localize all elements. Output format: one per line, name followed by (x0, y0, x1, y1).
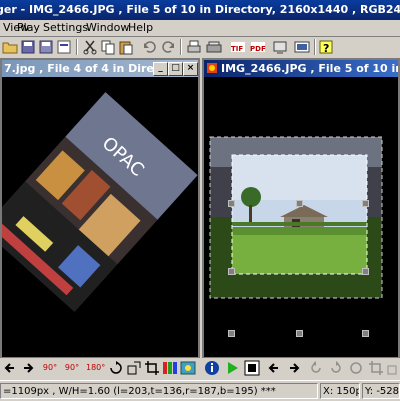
effects-icon[interactable] (180, 360, 196, 376)
crop-handle-n[interactable] (296, 200, 303, 207)
prev-arrow-icon[interactable] (266, 360, 282, 376)
status-x-coord: X: 150px (320, 383, 360, 399)
copy-icon[interactable] (100, 39, 116, 55)
open-folder-icon[interactable] (2, 39, 18, 55)
scanner-icon[interactable] (206, 39, 222, 55)
left-image-window: 7.jpg , File 4 of 4 in Directory, 2... _… (0, 58, 200, 359)
menu-window[interactable]: Window (86, 21, 129, 34)
svg-text:TIF: TIF (231, 45, 243, 53)
crop-handle-sw[interactable] (228, 330, 235, 337)
crop-icon[interactable] (144, 360, 160, 376)
right-pane-titlebar: IMG_2466.JPG , File 5 of 10 in Directory (204, 60, 398, 77)
status-selection-info: =1109px , W/H=1.60 (l=203,t=136,r=187,b=… (0, 383, 318, 399)
crop-handle-nw[interactable] (228, 200, 235, 207)
crop-handle-s[interactable] (296, 330, 303, 337)
rotate-right-disabled-icon[interactable] (328, 360, 344, 376)
menu-play[interactable]: Play (17, 21, 40, 34)
right-image-window: IMG_2466.JPG , File 5 of 10 in Directory (202, 58, 400, 359)
rotate-180-button[interactable]: 180° (86, 360, 105, 376)
status-bar: =1109px , W/H=1.60 (l=203,t=136,r=187,b=… (0, 380, 400, 401)
save-as-icon[interactable] (38, 39, 54, 55)
rotate-180-disabled-icon[interactable] (348, 360, 364, 376)
color-adjust-icon[interactable] (162, 360, 178, 376)
next-arrow-icon[interactable] (286, 360, 302, 376)
tif-icon[interactable]: TIF (230, 39, 246, 55)
screenshot-icon[interactable] (294, 39, 310, 55)
crop-handle-se[interactable] (362, 330, 369, 337)
stop-icon[interactable] (244, 360, 260, 376)
main-toolbar: TIF PDF ? (0, 37, 400, 57)
minimize-button[interactable]: _ (153, 62, 168, 76)
save-icon[interactable] (20, 39, 36, 55)
svg-text:?: ? (323, 42, 329, 55)
crop-handle-w[interactable] (228, 268, 235, 275)
left-pane-titlebar: 7.jpg , File 4 of 4 in Directory, 2... _… (2, 60, 198, 77)
menu-bar: View Play Settings Window Help (0, 20, 400, 37)
maximize-button[interactable]: □ (168, 62, 183, 76)
print-icon[interactable] (186, 39, 202, 55)
pdf-icon[interactable]: PDF (250, 39, 266, 55)
app-icon (206, 62, 218, 74)
undo-icon[interactable] (142, 39, 158, 55)
prev-arrow-icon[interactable] (2, 360, 18, 376)
rotate-left-disabled-icon[interactable] (308, 360, 324, 376)
resize-disabled-icon[interactable] (386, 360, 400, 376)
rotated-night-photo: OPAC (2, 92, 198, 312)
right-pane-title: IMG_2466.JPG , File 5 of 10 in Directory (221, 62, 398, 75)
rotate-right-90-button[interactable]: 90° (64, 360, 80, 376)
menu-help[interactable]: Help (128, 21, 153, 34)
menu-settings[interactable]: Settings (43, 21, 88, 34)
cut-icon[interactable] (82, 39, 98, 55)
properties-icon[interactable] (56, 39, 72, 55)
crop-handle-ne[interactable] (362, 200, 369, 207)
app-title: ger - IMG_2466.JPG , File 5 of 10 in Dir… (0, 3, 400, 16)
rotate-free-icon[interactable] (108, 360, 124, 376)
play-icon[interactable] (224, 360, 240, 376)
next-arrow-icon[interactable] (20, 360, 36, 376)
slideshow-icon[interactable] (272, 39, 288, 55)
info-icon[interactable] (204, 360, 220, 376)
right-image-toolbar (202, 358, 400, 378)
landscape-photo (209, 136, 383, 299)
left-image-toolbar: 90° 90° 180° (0, 358, 200, 378)
paste-icon[interactable] (118, 39, 134, 55)
crop-disabled-icon[interactable] (368, 360, 384, 376)
redo-icon[interactable] (160, 39, 176, 55)
rotate-left-90-button[interactable]: 90° (42, 360, 58, 376)
svg-text:PDF: PDF (250, 45, 266, 53)
help-icon[interactable]: ? (318, 39, 334, 55)
resize-icon[interactable] (126, 360, 142, 376)
close-button[interactable]: × (183, 62, 198, 76)
app-titlebar: ger - IMG_2466.JPG , File 5 of 10 in Dir… (0, 0, 400, 20)
crop-handle-e[interactable] (362, 268, 369, 275)
status-y-coord: Y: -528p (362, 383, 400, 399)
